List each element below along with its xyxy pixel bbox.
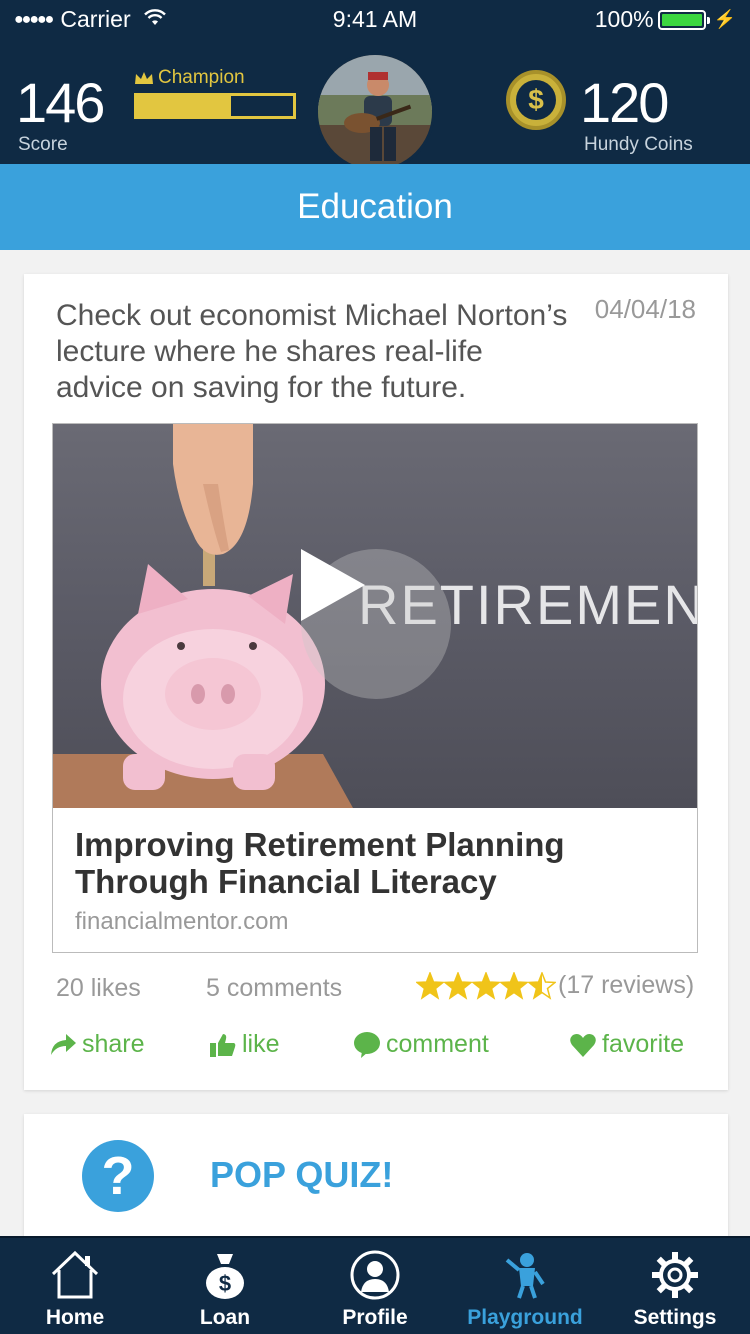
star-row bbox=[416, 971, 556, 1000]
playground-icon bbox=[505, 1253, 545, 1299]
link-domain: financialmentor.com bbox=[75, 908, 289, 935]
section-title-bar: Education bbox=[0, 164, 750, 250]
battery-percent: 100% bbox=[594, 6, 654, 32]
tab-home[interactable]: Home bbox=[0, 1238, 150, 1334]
gear-icon bbox=[652, 1252, 698, 1298]
education-post-card: Check out economist Michael Norton’s lec… bbox=[24, 274, 728, 1090]
coin-icon: $ bbox=[506, 70, 566, 130]
share-icon bbox=[51, 1033, 76, 1055]
comment-label: comment bbox=[386, 1030, 489, 1058]
like-label: like bbox=[242, 1030, 280, 1058]
charging-icon: ⚡ bbox=[713, 9, 736, 29]
star-icon bbox=[500, 971, 528, 1000]
rank-label: Champion bbox=[134, 67, 245, 89]
comments-count[interactable]: 5 comments bbox=[206, 974, 342, 1003]
battery-icon bbox=[657, 9, 710, 30]
tab-bar: Home $ Loan Profile Playground Settings bbox=[0, 1236, 750, 1334]
profile-icon bbox=[350, 1250, 400, 1300]
coin-symbol: $ bbox=[516, 80, 556, 120]
rank-text: Champion bbox=[158, 67, 245, 88]
tab-home-label: Home bbox=[45, 1306, 105, 1329]
money-bag-icon: $ bbox=[206, 1254, 244, 1299]
post-text: Check out economist Michael Norton’s lec… bbox=[56, 299, 568, 404]
tab-profile-label: Profile bbox=[342, 1306, 408, 1329]
share-label: share bbox=[82, 1030, 145, 1058]
tab-loan[interactable]: $ Loan bbox=[150, 1238, 300, 1334]
favorite-label: favorite bbox=[602, 1030, 684, 1058]
play-button[interactable] bbox=[301, 549, 451, 699]
comment-icon bbox=[354, 1031, 380, 1058]
rating-stars: (17 reviews) bbox=[416, 971, 694, 1000]
post-date: 04/04/18 bbox=[594, 294, 696, 324]
play-icon bbox=[301, 549, 365, 621]
rank-progress-fill bbox=[137, 96, 231, 116]
header: ●●●●● Carrier 9:41 AM 100% ⚡ 146 Score C… bbox=[0, 0, 750, 172]
score-value: 146 bbox=[16, 71, 105, 134]
tab-playground-label: Playground bbox=[467, 1306, 583, 1329]
thumbs-up-icon bbox=[210, 1033, 236, 1057]
star-icon bbox=[444, 971, 472, 1000]
star-icon bbox=[416, 971, 444, 1000]
tab-profile[interactable]: Profile bbox=[300, 1238, 450, 1334]
like-button[interactable]: like bbox=[210, 1030, 280, 1059]
score-label: Score bbox=[18, 134, 68, 155]
coins-value: 120 bbox=[580, 71, 669, 134]
section-title: Education bbox=[297, 187, 453, 226]
crown-icon bbox=[135, 72, 153, 84]
comment-button[interactable]: comment bbox=[354, 1030, 489, 1059]
question-icon: ? bbox=[82, 1140, 154, 1212]
svg-text:$: $ bbox=[219, 1271, 231, 1296]
rank-progress-bar bbox=[134, 93, 296, 119]
quiz-title[interactable]: POP QUIZ! bbox=[210, 1154, 393, 1196]
link-title[interactable]: Improving Retirement Planning Through Fi… bbox=[75, 826, 675, 900]
video-thumbnail[interactable]: RETIREMENT bbox=[53, 424, 697, 808]
star-icon bbox=[528, 971, 556, 1000]
link-preview[interactable]: RETIREMENT Improving Retirement Planning… bbox=[52, 423, 698, 953]
pop-quiz-card[interactable]: ? POP QUIZ! bbox=[24, 1114, 728, 1244]
coins-label: Hundy Coins bbox=[584, 134, 693, 155]
tab-settings-label: Settings bbox=[633, 1306, 717, 1329]
home-icon bbox=[51, 1250, 99, 1299]
tab-loan-label: Loan bbox=[199, 1306, 251, 1329]
avatar[interactable] bbox=[315, 52, 435, 172]
heart-icon bbox=[570, 1033, 596, 1057]
tab-settings[interactable]: Settings bbox=[600, 1238, 750, 1334]
tab-playground[interactable]: Playground bbox=[450, 1238, 600, 1334]
status-bar: ●●●●● Carrier 9:41 AM 100% ⚡ bbox=[0, 0, 750, 40]
share-button[interactable]: share bbox=[50, 1030, 145, 1059]
star-icon bbox=[472, 971, 500, 1000]
reviews-count[interactable]: (17 reviews) bbox=[558, 971, 694, 1000]
favorite-button[interactable]: favorite bbox=[570, 1030, 684, 1059]
likes-count: 20 likes bbox=[56, 974, 141, 1002]
